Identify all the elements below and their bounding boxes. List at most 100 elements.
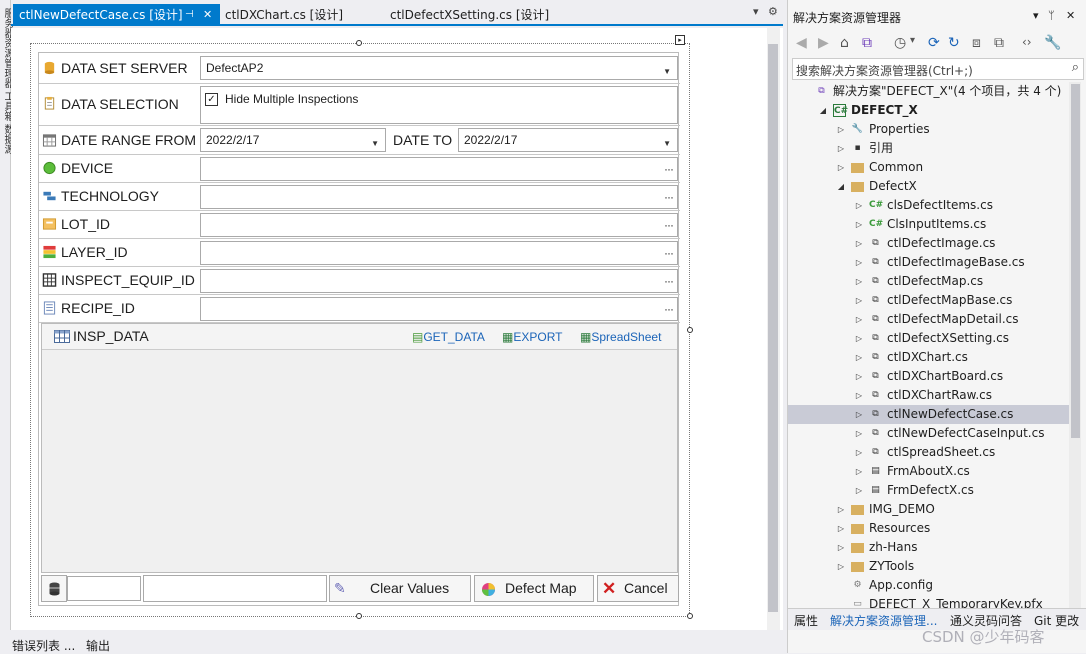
get-data-button[interactable]: ▤GET_DATA bbox=[412, 330, 485, 344]
forward-icon[interactable]: ▶ bbox=[818, 35, 829, 51]
tree-scroll-thumb[interactable] bbox=[1071, 84, 1080, 438]
clear-values-button[interactable]: ✎ Clear Values bbox=[329, 575, 471, 602]
chevron-right-icon[interactable]: ▷ bbox=[837, 120, 845, 139]
refresh-icon[interactable]: ↻ bbox=[948, 35, 960, 51]
tree-item[interactable]: ▷ ⧉ ctlNewDefectCaseInput.cs bbox=[788, 424, 1070, 443]
tree-item[interactable]: ▷ ⧉ ctlDefectXSetting.cs bbox=[788, 329, 1070, 348]
hide-multiple-checkbox[interactable]: ✓ bbox=[205, 93, 218, 106]
tree-item[interactable]: ◢ DefectX bbox=[788, 177, 1070, 196]
solution-search-input[interactable]: 搜索解决方案资源管理器(Ctrl+;) ⌕ bbox=[792, 58, 1084, 80]
ellipsis-icon[interactable]: ··· bbox=[664, 186, 674, 208]
view-code-icon[interactable]: ‹› bbox=[1022, 35, 1032, 49]
cancel-button[interactable]: ✕ Cancel bbox=[597, 575, 679, 602]
tree-item[interactable]: ◢ C# DEFECT_X bbox=[788, 101, 1070, 120]
tree-item[interactable]: ▷ Common bbox=[788, 158, 1070, 177]
tree-item[interactable]: ▷ ⧉ ctlDefectMapDetail.cs bbox=[788, 310, 1070, 329]
date-to-picker[interactable]: 2022/2/17 ▼ bbox=[458, 128, 678, 152]
tree-item[interactable]: ▷ ⧉ ctlDefectImage.cs bbox=[788, 234, 1070, 253]
tree-item[interactable]: ▷ zh-Hans bbox=[788, 538, 1070, 557]
tab-ctldefectxsetting[interactable]: ctlDefectXSetting.cs [设计] bbox=[384, 4, 555, 26]
chevron-right-icon[interactable]: ▷ bbox=[855, 215, 863, 234]
server-select[interactable]: DefectAP2 ▼ bbox=[200, 56, 678, 80]
pin-icon[interactable]: ᛘ bbox=[1048, 9, 1055, 22]
chevron-right-icon[interactable]: ▷ bbox=[855, 272, 863, 291]
defect-map-button[interactable]: Defect Map bbox=[474, 575, 594, 602]
tree-item[interactable]: ▷ ⧉ ctlDefectMapBase.cs bbox=[788, 291, 1070, 310]
chevron-right-icon[interactable]: ▷ bbox=[855, 329, 863, 348]
tree-item[interactable]: ▷ ⧉ ctlDefectImageBase.cs bbox=[788, 253, 1070, 272]
chevron-down-icon[interactable]: ◢ bbox=[837, 177, 845, 196]
collapse-all-icon[interactable]: ⧈ bbox=[972, 35, 981, 51]
ellipsis-icon[interactable]: ··· bbox=[664, 298, 674, 320]
ellipsis-icon[interactable]: ··· bbox=[664, 214, 674, 236]
tree-item[interactable]: ▷ ⧉ ctlNewDefectCase.cs bbox=[788, 405, 1070, 424]
ellipsis-icon[interactable]: ··· bbox=[664, 270, 674, 292]
tree-item[interactable]: ▷ ⧉ ctlDXChartRaw.cs bbox=[788, 386, 1070, 405]
tab-output[interactable]: 输出 bbox=[86, 637, 110, 654]
tree-item[interactable]: ▷ ▪ 引用 bbox=[788, 139, 1070, 158]
tree-item[interactable]: ▷ ▤ FrmAboutX.cs bbox=[788, 462, 1070, 481]
gear-icon[interactable]: ⚙ bbox=[768, 5, 778, 18]
chevron-right-icon[interactable]: ▷ bbox=[855, 291, 863, 310]
lot-id-input[interactable]: ··· bbox=[200, 213, 678, 237]
tab-dropdown-icon[interactable]: ▾ bbox=[753, 5, 759, 18]
smart-tag-icon[interactable]: ▸ bbox=[675, 35, 685, 45]
close-icon[interactable]: ✕ bbox=[1066, 9, 1075, 22]
chevron-right-icon[interactable]: ▷ bbox=[855, 443, 863, 462]
chevron-right-icon[interactable]: ▷ bbox=[837, 557, 845, 576]
chevron-right-icon[interactable]: ▷ bbox=[855, 424, 863, 443]
chevron-right-icon[interactable]: ▷ bbox=[855, 405, 863, 424]
left-tool-strip[interactable]: 服务器资源管理器 工具箱 数据源 bbox=[0, 0, 13, 630]
ellipsis-icon[interactable]: ··· bbox=[664, 242, 674, 264]
tree-item[interactable]: ▷ C# clsDefectItems.cs bbox=[788, 196, 1070, 215]
tree-item[interactable]: ⚙ App.config bbox=[788, 576, 1070, 595]
export-button[interactable]: ▦EXPORT bbox=[502, 330, 562, 344]
chevron-right-icon[interactable]: ▷ bbox=[855, 196, 863, 215]
home-icon[interactable]: ⌂ bbox=[840, 35, 849, 51]
pending-changes-icon[interactable]: ◷ bbox=[894, 35, 906, 51]
search-icon[interactable]: ⌕ bbox=[1072, 60, 1079, 75]
wrench-icon[interactable]: 🔧 bbox=[1044, 35, 1061, 51]
back-icon[interactable]: ◀ bbox=[796, 35, 807, 51]
sync-icon[interactable]: ⟳ bbox=[928, 35, 940, 51]
resize-handle[interactable] bbox=[356, 40, 362, 46]
tree-item[interactable]: ⧉ 解决方案"DEFECT_X"(4 个项目，共 4 个) bbox=[788, 82, 1070, 101]
tree-item[interactable]: ▷ ⧉ ctlDXChart.cs bbox=[788, 348, 1070, 367]
resize-handle[interactable] bbox=[356, 613, 362, 619]
ellipsis-icon[interactable]: ··· bbox=[664, 158, 674, 180]
chevron-right-icon[interactable]: ▷ bbox=[837, 139, 845, 158]
chevron-right-icon[interactable]: ▷ bbox=[837, 158, 845, 177]
date-from-picker[interactable]: 2022/2/17 ▼ bbox=[200, 128, 386, 152]
device-input[interactable]: ··· bbox=[200, 157, 678, 181]
chevron-right-icon[interactable]: ▷ bbox=[855, 310, 863, 329]
chevron-right-icon[interactable]: ▷ bbox=[855, 481, 863, 500]
solution-tree[interactable]: ⧉ 解决方案"DEFECT_X"(4 个项目，共 4 个) ◢ C# DEFECT_X ▷… bbox=[788, 82, 1070, 610]
resize-handle[interactable] bbox=[687, 327, 693, 333]
layer-id-input[interactable]: ··· bbox=[200, 241, 678, 265]
switch-views-icon[interactable]: ⧉ bbox=[862, 35, 872, 51]
tab-properties[interactable]: 属性 bbox=[794, 612, 818, 629]
tree-item[interactable]: ▷ ZYTools bbox=[788, 557, 1070, 576]
close-icon[interactable]: ✕ bbox=[203, 4, 212, 26]
technology-input[interactable]: ··· bbox=[200, 185, 678, 209]
chevron-right-icon[interactable]: ▷ bbox=[855, 462, 863, 481]
tree-item[interactable]: ▷ ⧉ ctlDefectMap.cs bbox=[788, 272, 1070, 291]
chevron-down-icon[interactable]: ▾ bbox=[910, 35, 915, 46]
chevron-down-icon[interactable]: ▾ bbox=[1033, 9, 1039, 22]
tab-ctlnewdefectcase[interactable]: ctlNewDefectCase.cs [设计] ⊣ ✕ bbox=[13, 4, 220, 26]
chevron-right-icon[interactable]: ▷ bbox=[837, 500, 845, 519]
chevron-right-icon[interactable]: ▷ bbox=[855, 348, 863, 367]
tree-item[interactable]: ▷ ⧉ ctlSpreadSheet.cs bbox=[788, 443, 1070, 462]
insp-data-grid[interactable]: INSP_DATA ▤GET_DATA ▦EXPORT ▦SpreadSheet bbox=[41, 323, 678, 573]
chevron-right-icon[interactable]: ▷ bbox=[855, 367, 863, 386]
spreadsheet-button[interactable]: ▦SpreadSheet bbox=[580, 330, 661, 344]
tree-item[interactable]: ▷ IMG_DEMO bbox=[788, 500, 1070, 519]
chevron-right-icon[interactable]: ▷ bbox=[855, 234, 863, 253]
tab-error-list[interactable]: 错误列表 ... bbox=[12, 637, 75, 654]
record-count-field[interactable] bbox=[67, 576, 141, 601]
tab-ctldxchart[interactable]: ctlDXChart.cs [设计] bbox=[219, 4, 349, 26]
designer-scroll-thumb[interactable] bbox=[768, 44, 778, 612]
chevron-down-icon[interactable]: ◢ bbox=[819, 101, 827, 120]
chevron-right-icon[interactable]: ▷ bbox=[855, 253, 863, 272]
tree-item[interactable]: ▷ 🔧 Properties bbox=[788, 120, 1070, 139]
